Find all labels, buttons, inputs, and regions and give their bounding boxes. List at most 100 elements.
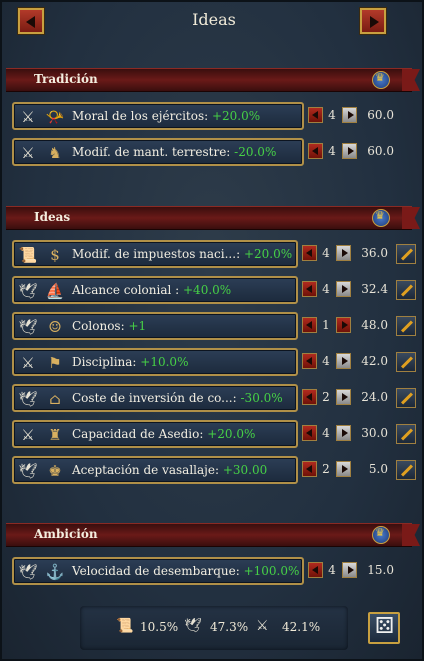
idea-pill[interactable]: ⚔ ⚑ Disciplina: +10.0%	[12, 348, 298, 376]
decrease-level-button[interactable]	[302, 425, 317, 441]
trumpet-icon: 📯	[45, 108, 65, 126]
idea-row: ⚔ ♞ Modif. de mant. terrestre: -20.0% 4 60.0	[12, 138, 418, 168]
decrease-level-button[interactable]	[302, 461, 317, 477]
idea-name: Alcance colonial :	[72, 283, 180, 297]
idea-label: Modif. de impuestos naci...: +20.0%	[72, 247, 292, 261]
dove-icon: 🕊	[18, 282, 38, 300]
idea-pill[interactable]: 🕊 ⛵ Alcance colonial : +40.0%	[12, 276, 298, 304]
idea-pill[interactable]: 🕊 ⌂ Coste de inversión de co...: -30.0%	[12, 384, 298, 412]
increase-level-button[interactable]	[342, 143, 357, 159]
ribbon-tail	[402, 524, 420, 546]
idea-cost: 32.4	[361, 282, 388, 296]
idea-row: ⚔ ⚑ Disciplina: +10.0% 4 42.0	[12, 348, 418, 378]
idea-name: Colonos:	[72, 319, 125, 333]
idea-level: 1	[322, 318, 330, 332]
increase-level-button[interactable]	[336, 461, 351, 477]
dove-icon: 🕊	[18, 563, 38, 581]
decrease-level-button[interactable]	[308, 562, 323, 578]
crown-icon[interactable]	[372, 71, 390, 89]
section-title: Ambición	[34, 527, 98, 541]
idea-level: 2	[322, 462, 330, 476]
increase-level-button[interactable]	[336, 389, 351, 405]
crossed-swords-icon: ⚔	[21, 108, 35, 126]
ship-icon: ⛵	[45, 282, 65, 300]
idea-row: 🕊 ♚ Aceptación de vasallaje: +30.00 2 5.0	[12, 456, 418, 486]
idea-name: Moral de los ejércitos:	[72, 109, 209, 123]
idea-row: 🕊 ⌂ Coste de inversión de co...: -30.0% 2 24…	[12, 384, 418, 414]
section-header-ambition: Ambición	[6, 523, 420, 547]
increase-level-button[interactable]	[342, 562, 357, 578]
dove-icon: 🕊	[18, 318, 38, 336]
crossed-swords-icon: ⚔	[21, 144, 35, 162]
title-bar: Ideas	[2, 2, 424, 42]
ideas-window: Ideas Tradición ⚔ 📯 Moral de los ejércitos…	[0, 0, 424, 661]
increase-level-button[interactable]	[336, 317, 351, 333]
idea-level: 4	[322, 282, 330, 296]
scroll-icon: 📜	[116, 618, 134, 634]
decrease-level-button[interactable]	[302, 245, 317, 261]
idea-pill[interactable]: ⚔ ♞ Modif. de mant. terrestre: -20.0%	[12, 138, 304, 166]
idea-pill[interactable]: 🕊 ☺ Colonos: +1	[12, 312, 298, 340]
arrow-left-icon	[306, 357, 312, 365]
idea-pill[interactable]: 📜 $ Modif. de impuestos naci...: +20.0%	[12, 240, 298, 268]
idea-value: +10.0%	[140, 355, 189, 369]
idea-value: +1	[128, 319, 147, 333]
idea-value: +20.0%	[243, 247, 293, 261]
dove-icon: 🕊	[18, 390, 38, 408]
arrow-right-icon	[370, 16, 379, 28]
increase-level-button[interactable]	[336, 425, 351, 441]
random-ideas-button[interactable]	[368, 612, 400, 644]
next-button[interactable]	[360, 8, 386, 34]
idea-pill[interactable]: ⚔ 📯 Moral de los ejércitos: +20.0%	[12, 102, 304, 130]
increase-level-button[interactable]	[336, 245, 351, 261]
idea-row: 🕊 ⚓ Velocidad de desembarque: +100.0% 4 15.0	[12, 557, 418, 587]
idea-distribution-panel: 📜 10.5% 🕊 47.3% ⚔ 42.1%	[80, 606, 348, 650]
idea-pill[interactable]: 🕊 ♚ Aceptación de vasallaje: +30.00	[12, 456, 298, 484]
increase-level-button[interactable]	[336, 353, 351, 369]
decrease-level-button[interactable]	[302, 389, 317, 405]
edit-idea-button[interactable]	[396, 244, 416, 264]
idea-label: Velocidad de desembarque: +100.0%	[72, 564, 299, 578]
idea-name: Coste de inversión de co...:	[72, 391, 237, 405]
crown-icon[interactable]	[372, 526, 390, 544]
idea-level: 4	[328, 563, 336, 577]
edit-idea-button[interactable]	[396, 280, 416, 300]
idea-label: Capacidad de Asedio: +20.0%	[72, 427, 255, 441]
decrease-level-button[interactable]	[302, 317, 317, 333]
edit-idea-button[interactable]	[396, 316, 416, 336]
idea-label: Moral de los ejércitos: +20.0%	[72, 109, 260, 123]
dove-icon: 🕊	[184, 618, 202, 634]
idea-pill[interactable]: ⚔ ♜ Capacidad de Asedio: +20.0%	[12, 420, 298, 448]
idea-level: 4	[328, 108, 336, 122]
idea-pill[interactable]: 🕊 ⚓ Velocidad de desembarque: +100.0%	[12, 557, 304, 585]
arrow-right-icon	[342, 429, 348, 437]
arrow-left-icon	[312, 111, 318, 119]
idea-label: Disciplina: +10.0%	[72, 355, 188, 369]
edit-idea-button[interactable]	[396, 352, 416, 372]
increase-level-button[interactable]	[336, 281, 351, 297]
idea-cost: 60.0	[367, 144, 394, 158]
arrow-left-icon	[306, 465, 312, 473]
edit-idea-button[interactable]	[396, 460, 416, 480]
increase-level-button[interactable]	[342, 107, 357, 123]
decrease-level-button[interactable]	[302, 353, 317, 369]
idea-name: Capacidad de Asedio:	[72, 427, 204, 441]
decrease-level-button[interactable]	[308, 107, 323, 123]
idea-value: +40.0%	[183, 283, 232, 297]
scroll-icon: 📜	[18, 246, 38, 264]
idea-row: 🕊 ☺ Colonos: +1 1 48.0	[12, 312, 418, 342]
arrow-right-icon	[342, 249, 348, 257]
decrease-level-button[interactable]	[302, 281, 317, 297]
ribbon-tail	[402, 207, 420, 229]
idea-value: +20.0%	[211, 109, 261, 123]
landing-icon: ⚓	[45, 563, 65, 581]
decrease-level-button[interactable]	[308, 143, 323, 159]
edit-idea-button[interactable]	[396, 388, 416, 408]
arrow-left-icon	[306, 393, 312, 401]
admin-percentage: 10.5%	[140, 620, 179, 634]
idea-name: Modif. de mant. terrestre:	[72, 145, 231, 159]
crown-icon[interactable]	[372, 209, 390, 227]
edit-idea-button[interactable]	[396, 424, 416, 444]
idea-cost: 30.0	[361, 426, 388, 440]
idea-row: ⚔ ♜ Capacidad de Asedio: +20.0% 4 30.0	[12, 420, 418, 450]
